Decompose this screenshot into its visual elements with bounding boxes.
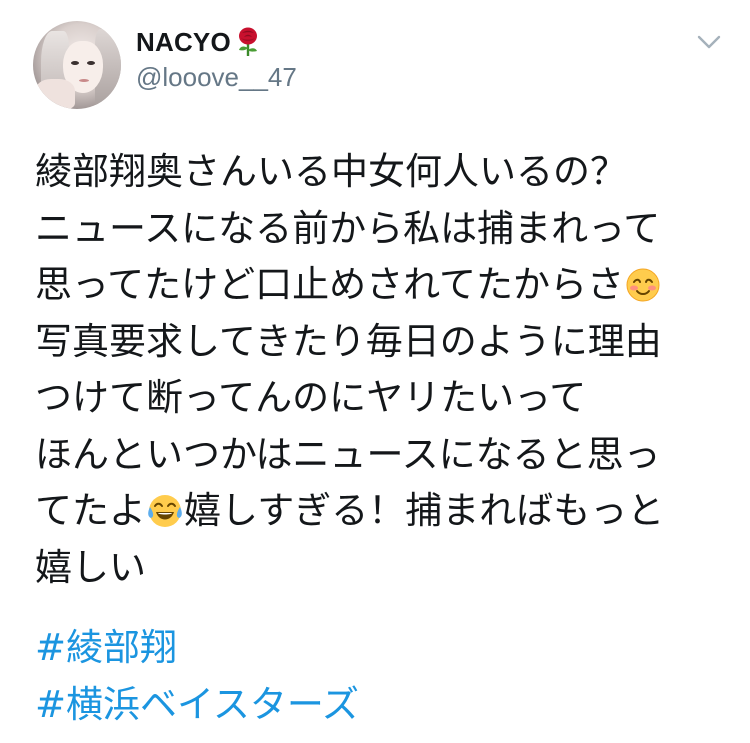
tweet-line: 写真要求してきたり毎日のように理由: [35, 314, 735, 371]
tweet-line-text: 綾部翔奥さんいる中女何人いるの？: [35, 150, 627, 193]
tweet-line-text: ニュースになる前から私は捕まれって: [35, 206, 661, 250]
avatar-mouth: [79, 79, 89, 82]
tweet-card: NACYO @looove__47 綾部翔奥さんいる中女何人いるの？ ニュースに…: [0, 0, 750, 743]
smiling-face-icon: [626, 268, 660, 302]
user-handle[interactable]: @looove__47: [136, 62, 297, 93]
avatar-eye-left: [71, 61, 79, 65]
tweet-line-text: 嬉しすぎる！捕まればもっと: [184, 489, 665, 532]
tweet-line-text: つけて断ってんのにヤリたいって: [35, 376, 587, 419]
chevron-down-icon[interactable]: [696, 32, 722, 52]
tweet-line: ニュースになる前から私は捕まれって: [35, 201, 735, 258]
tweet-line: 嬉しい: [35, 540, 735, 597]
avatar-eye-right: [87, 61, 95, 65]
avatar[interactable]: [33, 21, 121, 109]
tweet-text: 綾部翔奥さんいる中女何人いるの？ ニュースになる前から私は捕まれって 思ってたけ…: [35, 144, 735, 596]
tweet-line-text: ほんといつかはニュースになると思っ: [35, 432, 661, 476]
tweet-line: ほんといつかはニュースになると思っ: [35, 427, 735, 484]
tears-of-joy-icon: [148, 495, 182, 527]
avatar-hand: [35, 79, 75, 109]
display-name[interactable]: NACYO: [136, 27, 231, 58]
tweet-line-text: 思ってたけど口止めされてたからさ: [35, 263, 625, 306]
tweet-line: 思ってたけど口止めされてたからさ: [35, 257, 735, 314]
tweet-line-text: てたよ: [35, 489, 146, 532]
name-row[interactable]: NACYO: [136, 24, 261, 60]
hashtag-link[interactable]: #綾部翔: [35, 620, 359, 677]
tweet-line: 綾部翔奥さんいる中女何人いるの？: [35, 144, 735, 201]
tweet-line-text: 写真要求してきたり毎日のように理由: [35, 319, 662, 363]
hashtag-link[interactable]: #横浜ベイスターズ: [35, 677, 359, 734]
tweet-line-text: 嬉しい: [35, 545, 146, 589]
tweet-line: つけて断ってんのにヤリたいって: [35, 370, 735, 427]
hashtags: #綾部翔 #横浜ベイスターズ: [35, 620, 359, 733]
rose-icon: [238, 27, 257, 56]
tweet-line: てたよ 嬉しすぎる！捕まればもっと: [35, 483, 735, 540]
